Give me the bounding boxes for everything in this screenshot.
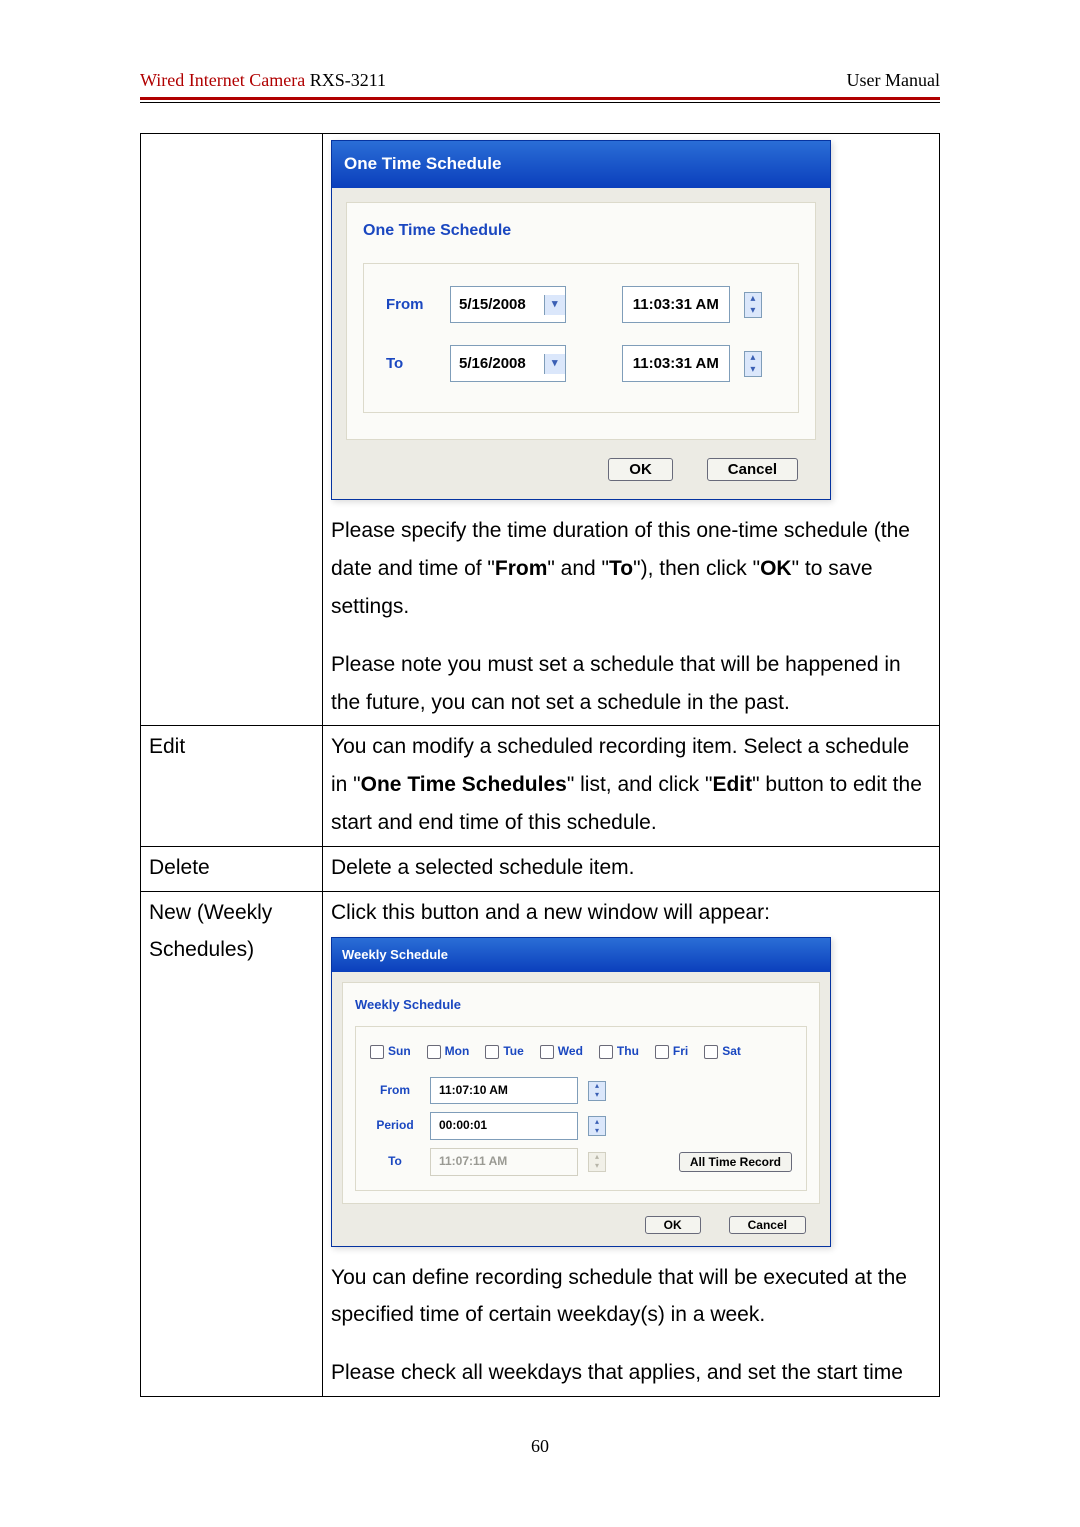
ots-to-date-picker[interactable]: 5/16/2008 ▾	[450, 345, 566, 382]
wk-cancel-button[interactable]: Cancel	[729, 1216, 806, 1234]
wk-description-2: Please check all weekdays that applies, …	[331, 1354, 931, 1392]
product-model: RXS-3211	[305, 70, 386, 90]
chevron-up-icon: ▴	[745, 352, 761, 364]
wk-day-wed[interactable]: Wed	[540, 1041, 583, 1063]
chevron-down-icon: ▾	[745, 364, 761, 376]
header-rule	[140, 97, 940, 103]
main-table: One Time Schedule One Time Schedule From…	[140, 133, 940, 1397]
wk-day-sat[interactable]: Sat	[704, 1041, 741, 1063]
chevron-up-icon: ▴	[589, 1153, 605, 1162]
page-number: 60	[0, 1436, 1080, 1457]
header-right: User Manual	[847, 70, 940, 91]
wk-day-mon[interactable]: Mon	[427, 1041, 470, 1063]
chevron-down-icon[interactable]: ▾	[544, 295, 565, 315]
ots-to-label: To	[386, 350, 436, 377]
wk-day-thu[interactable]: Thu	[599, 1041, 639, 1063]
wk-period-label: Period	[370, 1115, 420, 1137]
chevron-up-icon: ▴	[589, 1082, 605, 1091]
ots-from-time-spinner[interactable]: ▴▾	[744, 292, 762, 318]
checkbox-icon	[655, 1045, 669, 1059]
wk-to-spinner: ▴▾	[588, 1152, 606, 1172]
wk-to-label: To	[370, 1151, 420, 1173]
chevron-up-icon: ▴	[745, 293, 761, 305]
checkbox-icon	[370, 1045, 384, 1059]
wk-description-1: You can define recording schedule that w…	[331, 1259, 931, 1335]
one-time-schedule-dialog: One Time Schedule One Time Schedule From…	[331, 140, 831, 500]
product-name: Wired Internet Camera	[140, 70, 305, 90]
row-ots-label	[141, 134, 323, 726]
wk-titlebar: Weekly Schedule	[331, 937, 831, 971]
wk-to-time-input: 11:07:11 AM	[430, 1148, 578, 1176]
row-new-intro: Click this button and a new window will …	[331, 894, 931, 932]
wk-day-tue[interactable]: Tue	[485, 1041, 523, 1063]
checkbox-icon	[485, 1045, 499, 1059]
wk-day-fri[interactable]: Fri	[655, 1041, 688, 1063]
wk-to-row: To 11:07:11 AM ▴▾ All Time Record	[370, 1148, 792, 1176]
wk-period-row: Period 00:00:01 ▴▾	[370, 1112, 792, 1140]
wk-day-sun[interactable]: Sun	[370, 1041, 411, 1063]
row-edit-content: You can modify a scheduled recording ite…	[323, 726, 940, 846]
ots-from-row: From 5/15/2008 ▾ 11:03:31 AM ▴▾	[386, 286, 776, 323]
ots-to-time-spinner[interactable]: ▴▾	[744, 351, 762, 377]
ots-description-1: Please specify the time duration of this…	[331, 512, 931, 625]
ots-to-row: To 5/16/2008 ▾ 11:03:31 AM ▴▾	[386, 345, 776, 382]
chevron-down-icon: ▾	[589, 1091, 605, 1100]
ots-from-label: From	[386, 291, 436, 318]
checkbox-icon	[427, 1045, 441, 1059]
weekly-schedule-dialog: Weekly Schedule Weekly Schedule Sun Mon …	[331, 937, 831, 1246]
row-new-label: New (Weekly Schedules)	[141, 891, 323, 1396]
wk-day-checkboxes: Sun Mon Tue Wed Thu Fri Sat	[370, 1041, 792, 1063]
chevron-up-icon: ▴	[589, 1117, 605, 1126]
ots-cancel-button[interactable]: Cancel	[707, 458, 798, 481]
ots-to-date-value: 5/16/2008	[451, 346, 544, 381]
checkbox-icon	[704, 1045, 718, 1059]
wk-period-input[interactable]: 00:00:01	[430, 1112, 578, 1140]
ots-to-time-input[interactable]: 11:03:31 AM	[622, 345, 730, 382]
wk-from-time-input[interactable]: 11:07:10 AM	[430, 1077, 578, 1105]
ots-from-date-value: 5/15/2008	[451, 287, 544, 322]
chevron-down-icon: ▾	[589, 1162, 605, 1171]
chevron-down-icon[interactable]: ▾	[544, 354, 565, 374]
checkbox-icon	[540, 1045, 554, 1059]
ots-titlebar: One Time Schedule	[331, 140, 831, 188]
checkbox-icon	[599, 1045, 613, 1059]
chevron-down-icon: ▾	[589, 1126, 605, 1135]
row-ots-content: One Time Schedule One Time Schedule From…	[323, 134, 940, 726]
row-edit-label: Edit	[141, 726, 323, 846]
wk-from-row: From 11:07:10 AM ▴▾	[370, 1077, 792, 1105]
ots-group-title: One Time Schedule	[363, 217, 799, 246]
wk-group-title: Weekly Schedule	[355, 993, 807, 1016]
wk-all-time-record-button[interactable]: All Time Record	[679, 1152, 792, 1172]
ots-from-time-input[interactable]: 11:03:31 AM	[622, 286, 730, 323]
page-header: Wired Internet Camera RXS-3211 User Manu…	[140, 70, 940, 95]
chevron-down-icon: ▾	[745, 305, 761, 317]
ots-ok-button[interactable]: OK	[608, 458, 673, 481]
wk-period-spinner[interactable]: ▴▾	[588, 1116, 606, 1136]
ots-description-2: Please note you must set a schedule that…	[331, 646, 931, 722]
row-delete-label: Delete	[141, 846, 323, 891]
row-new-content: Click this button and a new window will …	[323, 891, 940, 1396]
row-delete-content: Delete a selected schedule item.	[323, 846, 940, 891]
wk-from-label: From	[370, 1080, 420, 1102]
ots-from-date-picker[interactable]: 5/15/2008 ▾	[450, 286, 566, 323]
wk-ok-button[interactable]: OK	[645, 1216, 701, 1234]
wk-from-spinner[interactable]: ▴▾	[588, 1081, 606, 1101]
